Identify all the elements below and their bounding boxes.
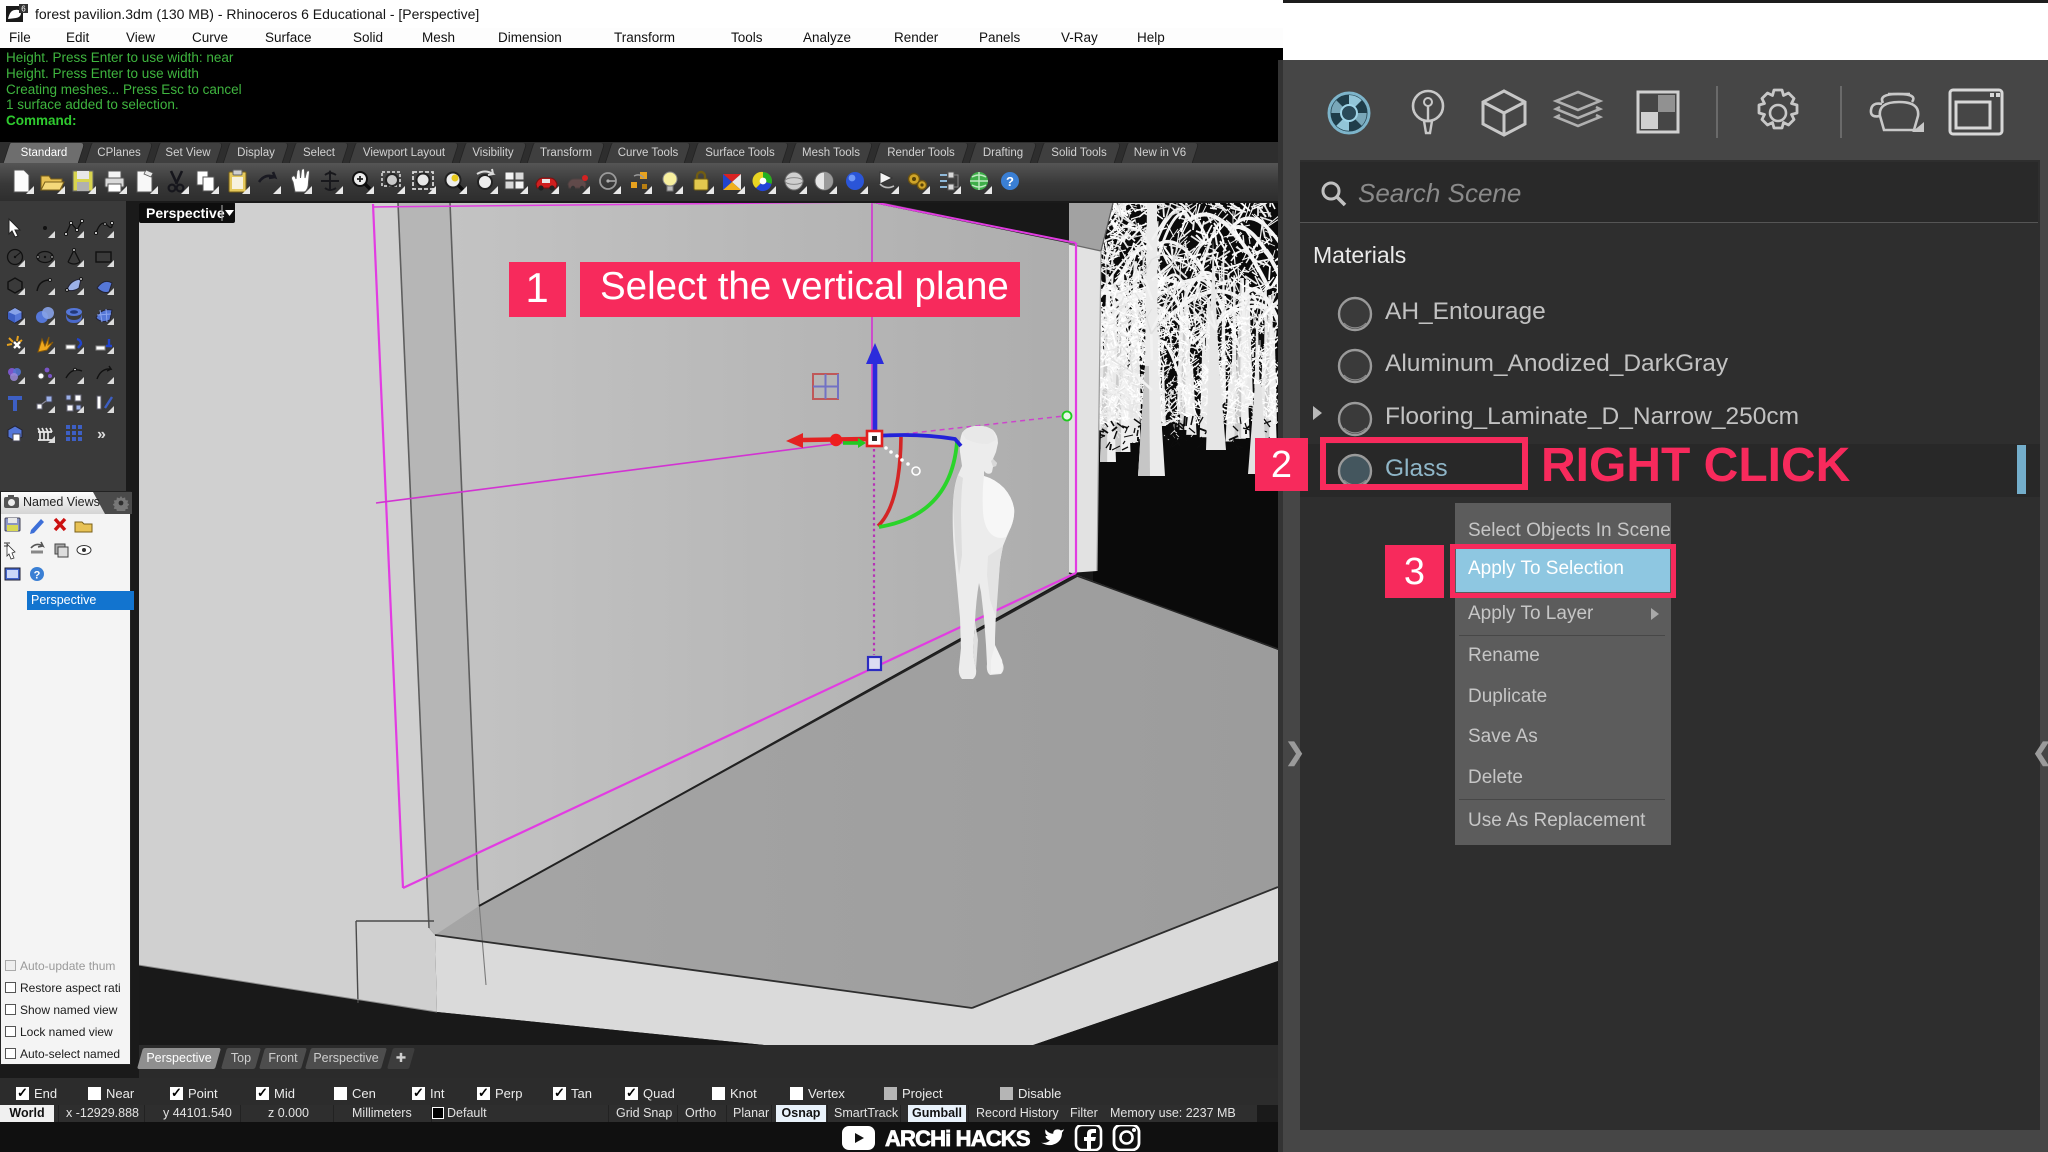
svg-text:1: 1 bbox=[525, 264, 548, 311]
svg-text:»: » bbox=[97, 426, 106, 443]
svg-text:?: ? bbox=[1006, 174, 1014, 189]
svg-text:Perspective: Perspective bbox=[146, 205, 225, 221]
svg-text:6: 6 bbox=[21, 5, 26, 14]
svg-text:ARCHi HACKS: ARCHi HACKS bbox=[885, 1126, 1031, 1151]
svg-text:Select the vertical plane: Select the vertical plane bbox=[600, 265, 1009, 308]
svg-text:?: ? bbox=[34, 570, 41, 582]
